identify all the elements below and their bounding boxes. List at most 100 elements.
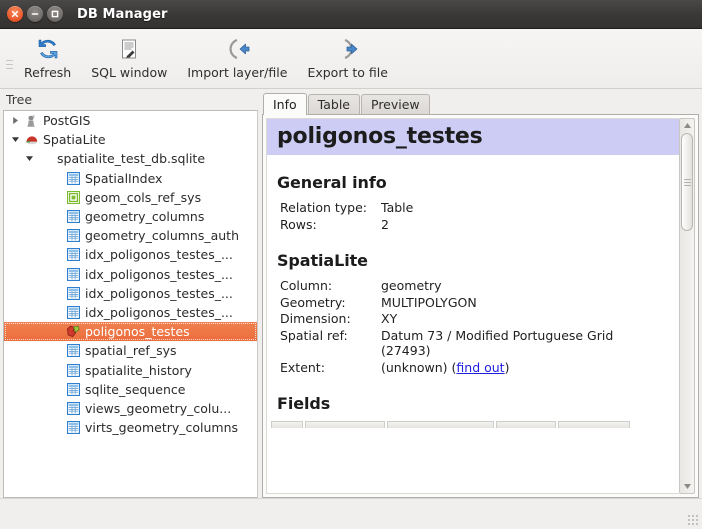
info-property-row: Column:geometry [280,278,661,295]
info-content: poligonos_testesGeneral infoRelation typ… [267,119,679,428]
tab-panel: poligonos_testesGeneral infoRelation typ… [262,114,699,498]
property-key: Rows: [280,217,381,234]
property-value: MULTIPOLYGON [381,295,661,312]
fields-column-header [387,421,494,428]
main-toolbar: Refresh SQL window Import layer/file [0,29,702,89]
tree-pane: Tree PostGISSpatiaLitespatialite_test_db… [0,89,258,498]
detail-pane: InfoTablePreview poligonos_testesGeneral… [258,89,702,498]
info-view: poligonos_testesGeneral infoRelation typ… [266,118,679,494]
fields-column-header [305,421,385,428]
export-to-file-button[interactable]: Export to file [297,29,397,80]
info-vertical-scrollbar[interactable] [679,118,695,494]
property-value-suffix: ) [505,360,510,375]
info-property-row: Dimension:XY [280,311,661,328]
maximize-button[interactable] [47,6,63,22]
tree-item[interactable]: geom_cols_ref_sys [4,188,257,207]
tree-item-label: virts_geometry_columns [82,420,238,435]
window-controls [7,6,63,22]
tree-item-label: geometry_columns [82,209,204,224]
minimize-button[interactable] [27,6,43,22]
tree-item-label: idx_poligonos_testes_... [82,286,233,301]
toolbar-drag-handle[interactable] [4,29,14,94]
scroll-down-arrow-icon[interactable] [680,480,694,493]
table-icon [64,306,82,319]
tree-item-label: geometry_columns_auth [82,228,239,243]
tree-item-selected[interactable]: poligonos_testes [4,322,257,341]
tree-item[interactable]: spatialite_history [4,360,257,379]
tree-item[interactable]: idx_poligonos_testes_... [4,245,257,264]
tree-item[interactable]: sqlite_sequence [4,380,257,399]
section-heading: Fields [277,394,679,413]
twisty-expanded-icon[interactable] [8,135,22,144]
tree-item[interactable]: idx_poligonos_testes_... [4,284,257,303]
property-key: Extent: [280,360,381,377]
tree-item-label: spatial_ref_sys [82,343,177,358]
table-icon [64,268,82,281]
tree-item[interactable]: SpatialIndex [4,169,257,188]
tree-item-label: sqlite_sequence [82,382,185,397]
tree-item-label: views_geometry_colu... [82,401,231,416]
tree-box: PostGIS SpatiaLite spatialite_test_db.sqli… [3,110,258,498]
tree-list[interactable]: PostGIS SpatiaLite spatialite_test_db.sqli… [4,111,257,497]
import-layer-file-button[interactable]: Import layer/file [177,29,297,80]
property-key: Column: [280,278,381,295]
tree-item[interactable]: SpatiaLite [4,130,257,149]
property-key: Dimension: [280,311,381,328]
table-icon [64,364,82,377]
title-bar: DB Manager [0,0,702,29]
export-arrow-icon [335,35,361,63]
fields-table-header-stub [271,421,671,428]
info-property-row: Extent:(unknown) (find out) [280,360,661,377]
scroll-up-arrow-icon[interactable] [680,119,694,132]
table-icon [64,421,82,434]
property-value: 2 [381,217,413,234]
tab-table[interactable]: Table [308,94,360,114]
twisty-collapsed-icon[interactable] [8,116,22,125]
tree-item-label: spatialite_test_db.sqlite [54,151,205,166]
status-bar [0,498,702,529]
table-icon [64,402,82,415]
tree-item-label: spatialite_history [82,363,192,378]
table-icon [64,344,82,357]
tree-item[interactable]: spatial_ref_sys [4,341,257,360]
info-property-table: Relation type:TableRows:2 [280,200,413,233]
property-value: geometry [381,278,661,295]
tree-item-label: poligonos_testes [82,324,190,339]
info-property-table: Column:geometryGeometry:MULTIPOLYGONDime… [280,278,661,376]
scrollbar-thumb[interactable] [681,133,693,231]
sql-window-label: SQL window [91,65,167,80]
tab-preview[interactable]: Preview [361,94,430,114]
twisty-expanded-icon[interactable] [22,154,36,163]
table-icon [64,287,82,300]
tab-info[interactable]: Info [263,93,307,115]
view-icon [64,191,82,204]
fields-column-header [496,421,556,428]
tree-item[interactable]: PostGIS [4,111,257,130]
tree-item[interactable]: idx_poligonos_testes_... [4,265,257,284]
resize-grip-icon[interactable] [687,514,699,526]
close-button[interactable] [7,6,23,22]
property-value: Datum 73 / Modified Portuguese Grid (274… [381,328,661,360]
section-heading: SpatiaLite [277,251,679,270]
tab-strip: InfoTablePreview [262,91,699,114]
tree-item[interactable]: idx_poligonos_testes_... [4,303,257,322]
sql-window-icon [117,35,141,63]
tree-item[interactable]: geometry_columns_auth [4,226,257,245]
property-key: Relation type: [280,200,381,217]
window-title: DB Manager [77,7,168,22]
tree-item[interactable]: geometry_columns [4,207,257,226]
content-area: Tree PostGISSpatiaLitespatialite_test_db… [0,89,702,498]
tree-item[interactable]: virts_geometry_columns [4,418,257,437]
table-icon [64,383,82,396]
export-to-file-label: Export to file [307,65,387,80]
property-value: XY [381,311,661,328]
tree-item-label: SpatialIndex [82,171,162,186]
refresh-button[interactable]: Refresh [14,29,81,80]
tree-item-label: SpatiaLite [40,132,106,147]
geometry-table-icon [64,325,82,338]
sql-window-button[interactable]: SQL window [81,29,177,80]
find-out-link[interactable]: find out [456,360,504,375]
tree-item[interactable]: views_geometry_colu... [4,399,257,418]
info-property-row: Relation type:Table [280,200,413,217]
tree-item[interactable]: spatialite_test_db.sqlite [4,149,257,168]
